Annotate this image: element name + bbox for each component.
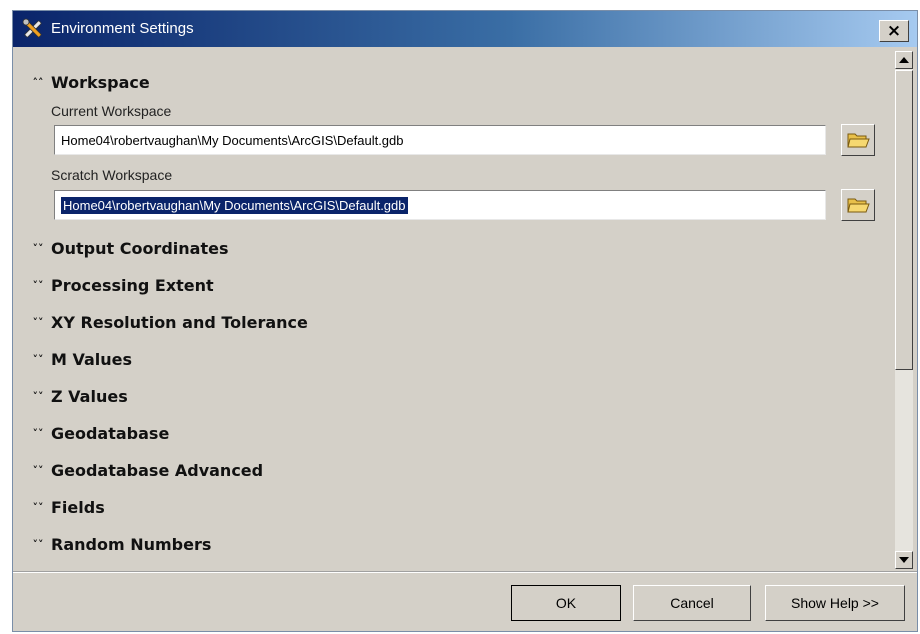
close-icon: × xyxy=(886,21,902,41)
close-button[interactable]: × xyxy=(879,20,909,42)
collapse-chevron-icon: ˄˄ xyxy=(32,76,44,89)
scroll-down-button[interactable] xyxy=(895,551,913,569)
ok-button[interactable]: OK xyxy=(511,585,621,621)
section-label: Z Values xyxy=(51,387,128,406)
expand-chevron-icon: ˅˅ xyxy=(32,353,44,366)
section-processing-extent[interactable]: ˅˅ Processing Extent xyxy=(31,276,214,295)
expand-chevron-icon: ˅˅ xyxy=(32,390,44,403)
section-workspace[interactable]: ˄˄ Workspace xyxy=(31,73,150,92)
scratch-workspace-value: Home04\robertvaughan\My Documents\ArcGIS… xyxy=(61,196,408,214)
section-z-values[interactable]: ˅˅ Z Values xyxy=(31,387,128,406)
section-label: M Values xyxy=(51,350,133,369)
browse-current-workspace-button[interactable] xyxy=(841,124,875,156)
section-label: Fields xyxy=(51,498,105,517)
footer-divider xyxy=(13,571,917,573)
show-help-button[interactable]: Show Help >> xyxy=(765,585,905,621)
section-geodatabase-advanced[interactable]: ˅˅ Geodatabase Advanced xyxy=(31,461,264,480)
section-label: Geodatabase Advanced xyxy=(51,461,264,480)
current-workspace-value: Home04\robertvaughan\My Documents\ArcGIS… xyxy=(61,132,404,148)
expand-chevron-icon: ˅˅ xyxy=(32,538,44,551)
section-label: Workspace xyxy=(51,73,150,92)
expand-chevron-icon: ˅˅ xyxy=(32,279,44,292)
expand-chevron-icon: ˅˅ xyxy=(32,316,44,329)
browse-scratch-workspace-button[interactable] xyxy=(841,189,875,221)
section-m-values[interactable]: ˅˅ M Values xyxy=(31,350,133,369)
section-label: Geodatabase xyxy=(51,424,170,443)
section-label: Processing Extent xyxy=(51,276,214,295)
expand-chevron-icon: ˅˅ xyxy=(32,427,44,440)
dialog-title: Environment Settings xyxy=(51,20,194,37)
title-bar[interactable]: Environment Settings × xyxy=(13,11,917,47)
section-random-numbers[interactable]: ˅˅ Random Numbers xyxy=(31,535,212,554)
section-label: Random Numbers xyxy=(51,535,212,554)
environment-settings-dialog: Environment Settings × ˄˄ Workspace Curr… xyxy=(12,10,918,632)
expand-chevron-icon: ˅˅ xyxy=(32,242,44,255)
tools-icon xyxy=(22,18,42,38)
folder-open-icon xyxy=(847,198,870,213)
settings-panel: ˄˄ Workspace Current Workspace Home04\ro… xyxy=(17,51,895,569)
section-fields[interactable]: ˅˅ Fields xyxy=(31,498,105,517)
scratch-workspace-label: Scratch Workspace xyxy=(51,167,173,183)
current-workspace-input[interactable]: Home04\robertvaughan\My Documents\ArcGIS… xyxy=(54,125,826,155)
arrow-down-icon xyxy=(899,557,909,563)
folder-open-icon xyxy=(847,133,870,148)
cancel-button[interactable]: Cancel xyxy=(633,585,751,621)
vertical-scrollbar[interactable] xyxy=(895,51,913,569)
section-geodatabase[interactable]: ˅˅ Geodatabase xyxy=(31,424,170,443)
expand-chevron-icon: ˅˅ xyxy=(32,501,44,514)
section-xy-resolution[interactable]: ˅˅ XY Resolution and Tolerance xyxy=(31,313,308,332)
expand-chevron-icon: ˅˅ xyxy=(32,464,44,477)
scroll-up-button[interactable] xyxy=(895,51,913,69)
scratch-workspace-input[interactable]: Home04\robertvaughan\My Documents\ArcGIS… xyxy=(54,190,826,220)
arrow-up-icon xyxy=(899,57,909,63)
section-label: XY Resolution and Tolerance xyxy=(51,313,308,332)
section-output-coordinates[interactable]: ˅˅ Output Coordinates xyxy=(31,239,229,258)
scrollbar-thumb[interactable] xyxy=(895,70,913,370)
section-label: Output Coordinates xyxy=(51,239,229,258)
current-workspace-label: Current Workspace xyxy=(51,103,172,119)
